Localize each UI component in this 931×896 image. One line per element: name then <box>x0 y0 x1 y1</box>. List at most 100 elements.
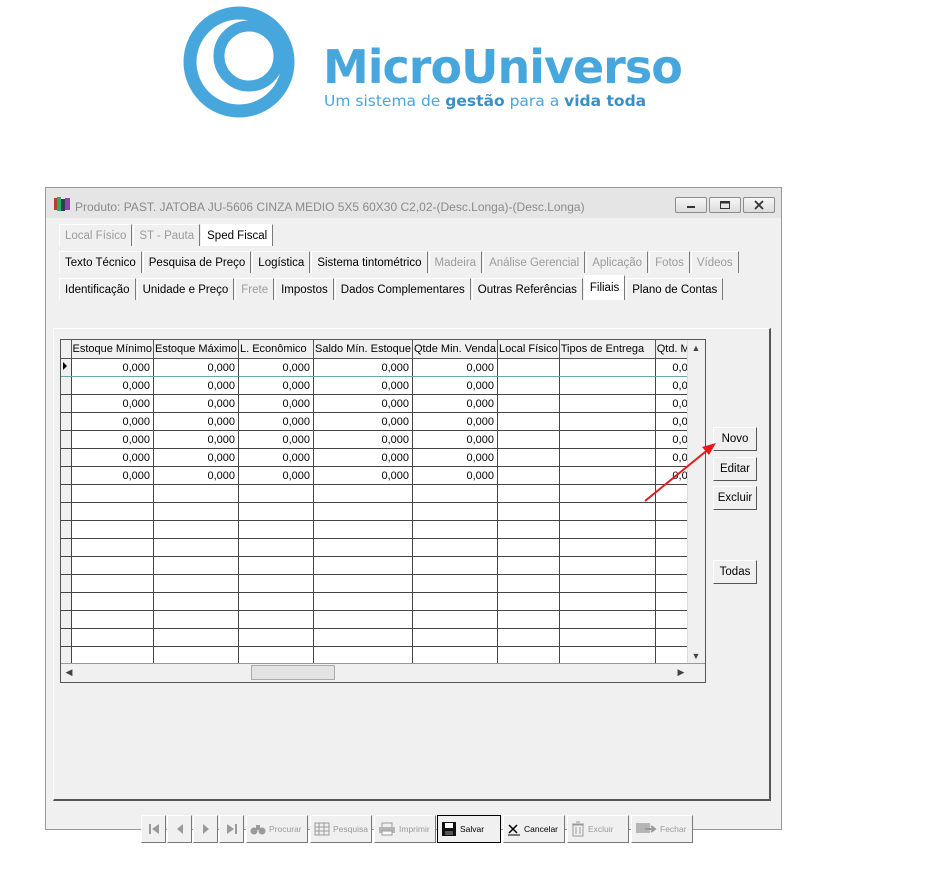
tab-logistica[interactable]: Logística <box>252 251 311 273</box>
next-record-button[interactable] <box>193 815 218 843</box>
grid-column-header[interactable]: L. Econômico <box>238 340 314 359</box>
row-indicator[interactable] <box>61 556 72 575</box>
table-cell[interactable] <box>412 646 498 665</box>
table-cell[interactable] <box>71 646 154 665</box>
table-cell[interactable]: 0,000 <box>71 376 154 395</box>
table-row[interactable]: 0,0000,0000,0000,0000,0000,000 <box>61 466 704 485</box>
table-cell[interactable] <box>238 520 314 539</box>
row-indicator[interactable] <box>61 484 72 503</box>
table-cell[interactable] <box>497 394 560 413</box>
table-cell[interactable] <box>497 628 560 647</box>
table-row[interactable]: 0,0000,0000,0000,0000,0000,000 <box>61 430 704 449</box>
table-cell[interactable]: 0,000 <box>238 376 314 395</box>
procurar-button[interactable]: Procurar <box>246 815 308 843</box>
table-cell[interactable] <box>313 484 414 503</box>
tab-frete[interactable]: Frete <box>235 278 275 300</box>
table-row[interactable] <box>61 628 704 647</box>
table-cell[interactable] <box>412 592 498 611</box>
table-cell[interactable] <box>153 502 239 521</box>
grid-column-header[interactable]: Qtde Min. Venda <box>412 340 498 359</box>
table-cell[interactable] <box>559 376 656 395</box>
table-cell[interactable] <box>559 556 656 575</box>
table-cell[interactable] <box>153 610 239 629</box>
table-cell[interactable] <box>559 394 656 413</box>
table-row[interactable]: 0,0000,0000,0000,0000,0000,000 <box>61 358 704 377</box>
table-row[interactable] <box>61 610 704 629</box>
tab-unidade-preco[interactable]: Unidade e Preço <box>136 278 235 300</box>
table-cell[interactable]: 0,000 <box>238 358 314 377</box>
table-cell[interactable] <box>238 484 314 503</box>
table-cell[interactable] <box>153 646 239 665</box>
title-bar[interactable]: Produto: PAST. JATOBA JU-5606 CINZA MEDI… <box>46 188 781 218</box>
excluir-toolbar-button[interactable]: Excluir <box>567 815 629 843</box>
row-indicator[interactable] <box>61 466 72 485</box>
todas-button[interactable]: Todas <box>713 560 757 584</box>
grid-column-header[interactable]: Estoque Mínimo <box>71 340 154 359</box>
table-cell[interactable]: 0,000 <box>412 466 498 485</box>
row-indicator[interactable] <box>61 592 72 611</box>
tab-fotos[interactable]: Fotos <box>649 251 690 273</box>
table-cell[interactable] <box>71 556 154 575</box>
table-cell[interactable]: 0,000 <box>238 466 314 485</box>
table-cell[interactable] <box>497 556 560 575</box>
table-cell[interactable] <box>497 574 560 593</box>
scroll-thumb[interactable] <box>251 665 335 680</box>
table-cell[interactable]: 0,000 <box>153 412 239 431</box>
table-cell[interactable] <box>238 574 314 593</box>
table-cell[interactable] <box>559 610 656 629</box>
table-cell[interactable] <box>71 520 154 539</box>
table-cell[interactable]: 0,000 <box>313 394 414 413</box>
table-cell[interactable] <box>71 628 154 647</box>
table-cell[interactable] <box>238 556 314 575</box>
table-row[interactable] <box>61 592 704 611</box>
table-cell[interactable] <box>559 646 656 665</box>
row-indicator[interactable] <box>61 610 72 629</box>
table-cell[interactable]: 0,000 <box>313 376 414 395</box>
table-cell[interactable] <box>313 610 414 629</box>
table-cell[interactable] <box>313 502 414 521</box>
table-cell[interactable] <box>313 574 414 593</box>
grid-column-header[interactable]: Estoque Máximo <box>153 340 239 359</box>
table-cell[interactable]: 0,000 <box>71 412 154 431</box>
table-cell[interactable] <box>313 520 414 539</box>
table-cell[interactable]: 0,000 <box>238 430 314 449</box>
table-cell[interactable] <box>559 574 656 593</box>
table-cell[interactable] <box>71 484 154 503</box>
table-cell[interactable] <box>497 376 560 395</box>
table-cell[interactable] <box>412 556 498 575</box>
table-cell[interactable] <box>559 412 656 431</box>
table-row[interactable] <box>61 502 704 521</box>
table-cell[interactable] <box>412 574 498 593</box>
row-indicator[interactable] <box>61 646 72 665</box>
scroll-down-icon[interactable]: ▼ <box>688 648 704 664</box>
table-cell[interactable] <box>153 574 239 593</box>
table-cell[interactable] <box>238 592 314 611</box>
table-cell[interactable] <box>313 556 414 575</box>
table-cell[interactable] <box>412 610 498 629</box>
table-cell[interactable] <box>71 538 154 557</box>
table-cell[interactable] <box>559 358 656 377</box>
cancelar-button[interactable]: Cancelar <box>503 815 565 843</box>
salvar-button[interactable]: Salvar <box>437 815 501 843</box>
row-indicator[interactable] <box>61 376 72 395</box>
grid-column-header[interactable]: Local Físico <box>497 340 560 359</box>
table-cell[interactable] <box>559 538 656 557</box>
row-indicator[interactable] <box>61 502 72 521</box>
table-cell[interactable]: 0,000 <box>71 466 154 485</box>
row-indicator[interactable] <box>61 430 72 449</box>
first-record-button[interactable] <box>141 815 166 843</box>
previous-record-button[interactable] <box>167 815 192 843</box>
table-cell[interactable] <box>153 520 239 539</box>
table-cell[interactable] <box>313 628 414 647</box>
table-cell[interactable] <box>497 448 560 467</box>
tab-outras-referencias[interactable]: Outras Referências <box>471 278 583 300</box>
tab-aplicacao[interactable]: Aplicação <box>586 251 649 273</box>
grid-column-header[interactable]: Tipos de Entrega <box>559 340 656 359</box>
table-cell[interactable]: 0,000 <box>153 394 239 413</box>
pesquisa-button[interactable]: Pesquisa <box>310 815 372 843</box>
table-cell[interactable]: 0,000 <box>412 376 498 395</box>
table-cell[interactable] <box>238 538 314 557</box>
table-cell[interactable]: 0,000 <box>412 394 498 413</box>
tab-local-fisico[interactable]: Local Físico <box>59 224 133 246</box>
scroll-up-icon[interactable]: ▲ <box>688 340 704 356</box>
